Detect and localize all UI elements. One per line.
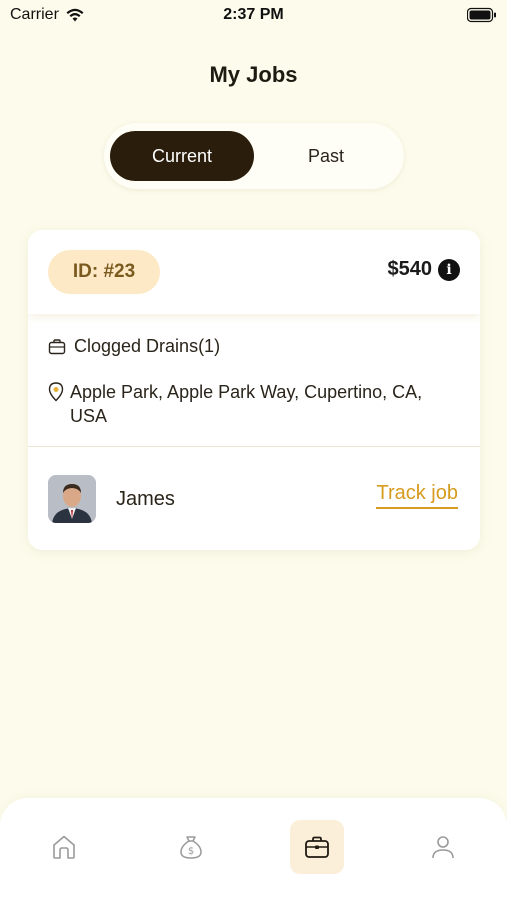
service-row: Clogged Drains(1) <box>48 336 220 357</box>
battery-icon <box>466 7 497 28</box>
card-divider <box>28 446 480 447</box>
person-icon <box>432 836 454 859</box>
location-pin-icon <box>48 382 64 402</box>
tab-past[interactable]: Past <box>254 131 398 181</box>
job-price: $540 <box>387 258 433 280</box>
svg-text:$: $ <box>188 846 194 857</box>
job-status-segmented-control: Current Past <box>104 123 404 189</box>
service-name: Clogged Drains(1) <box>74 336 221 356</box>
bottom-tab-bar: $ <box>0 798 507 900</box>
address-row: Apple Park, Apple Park Way, Cupertino, C… <box>48 380 463 428</box>
money-bag-icon: $ <box>180 836 202 859</box>
tab-jobs[interactable] <box>290 820 344 874</box>
home-icon <box>53 835 75 859</box>
tab-earnings[interactable]: $ <box>164 820 218 874</box>
info-icon[interactable]: i <box>438 258 460 281</box>
page-title: My Jobs <box>209 62 298 87</box>
job-card-header: ID: #23 $540 i <box>28 230 480 314</box>
avatar <box>48 475 96 523</box>
status-time: 2:37 PM <box>223 6 284 23</box>
briefcase-icon <box>305 836 329 858</box>
price-group: $540 i <box>387 258 460 281</box>
tab-profile[interactable] <box>416 820 470 874</box>
job-id-badge: ID: #23 <box>48 250 160 294</box>
tab-home[interactable] <box>37 820 91 874</box>
worker-name: James <box>116 488 175 510</box>
briefcase-icon <box>48 338 66 354</box>
track-job-link[interactable]: Track job <box>376 482 458 509</box>
tab-current[interactable]: Current <box>110 131 254 181</box>
status-bar: Carrier 2:37 PM <box>0 0 507 32</box>
job-card[interactable]: ID: #23 $540 i Clogged Drains(1) Apple P… <box>28 230 480 550</box>
job-address: Apple Park, Apple Park Way, Cupertino, C… <box>70 382 423 426</box>
